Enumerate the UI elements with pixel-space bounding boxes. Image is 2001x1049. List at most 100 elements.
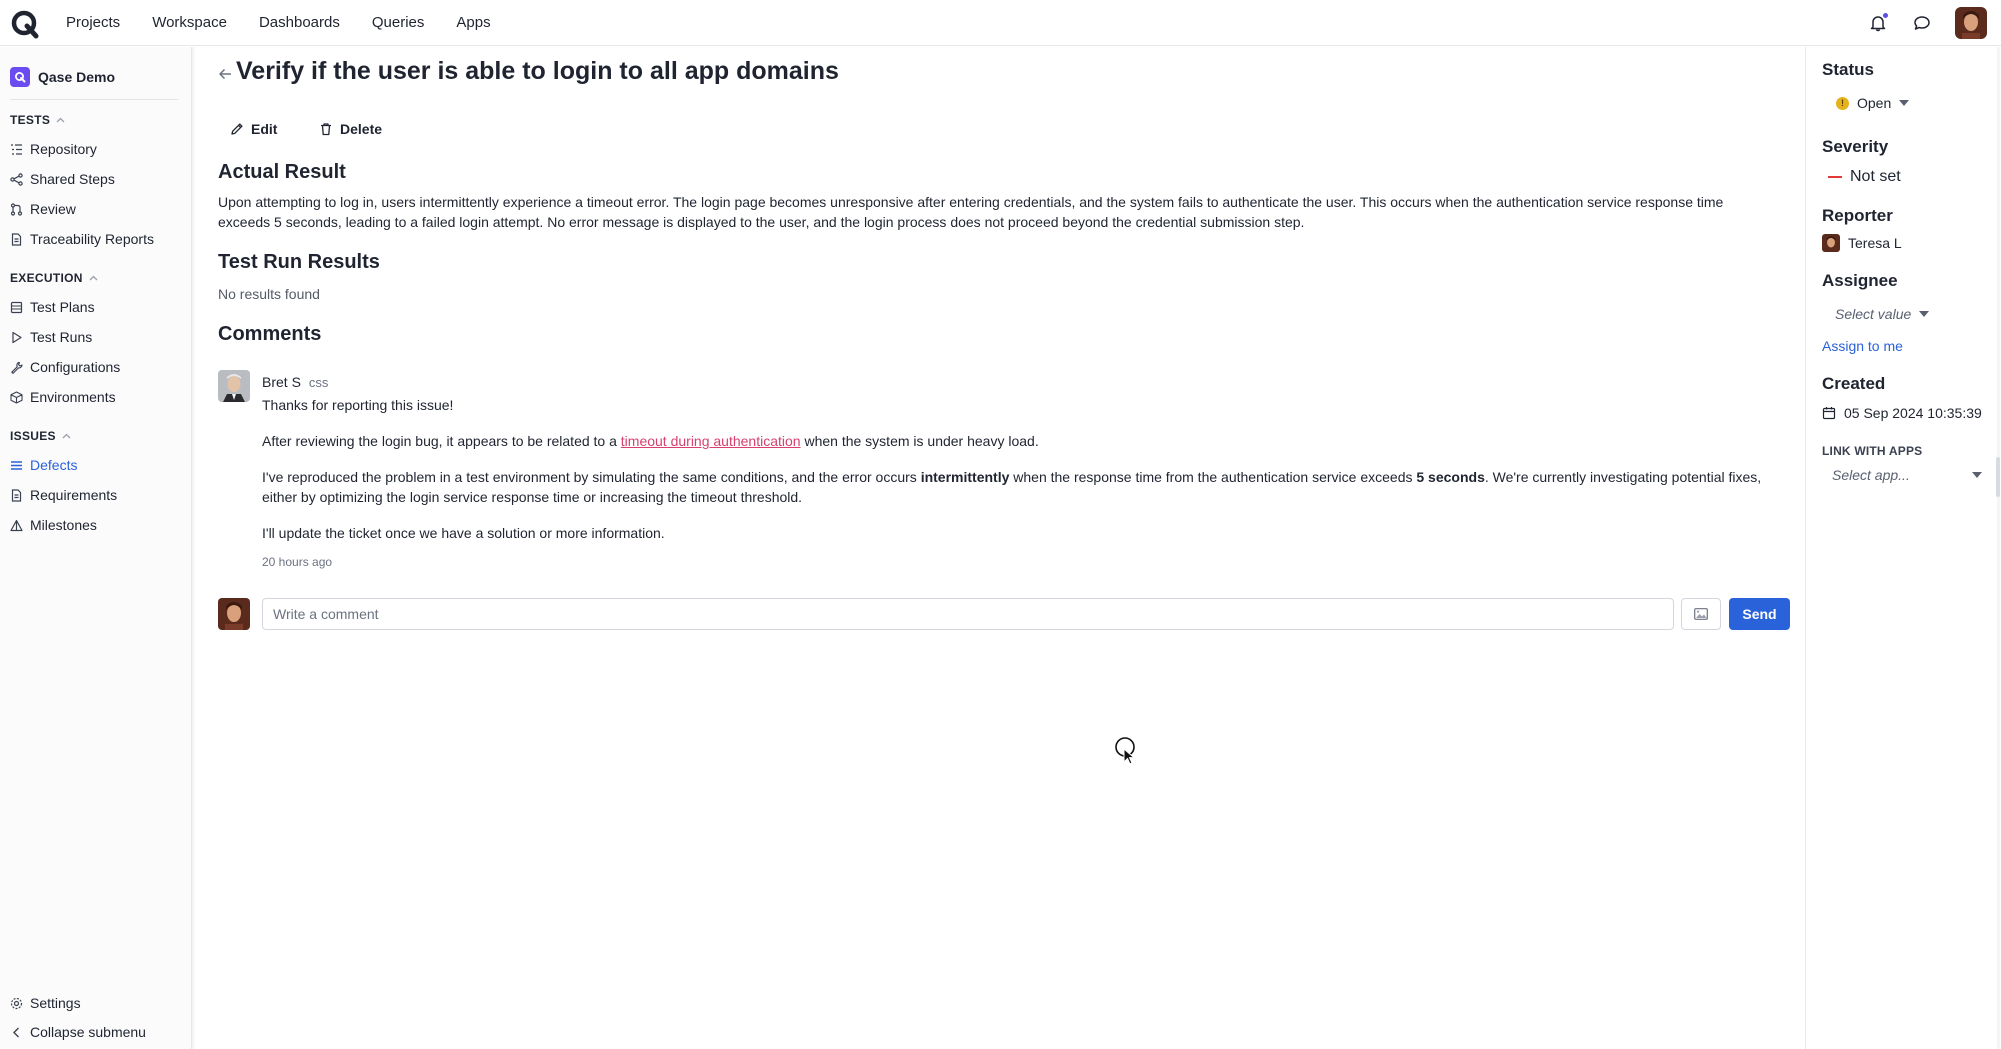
project-logo-icon xyxy=(10,67,30,87)
section-tests-header[interactable]: TESTS xyxy=(10,112,65,128)
assign-to-me-link[interactable]: Assign to me xyxy=(1822,338,1903,354)
severity-indicator-icon xyxy=(1828,176,1842,178)
sidebar-item-label: Environments xyxy=(30,389,116,405)
sidebar-item-label: Shared Steps xyxy=(30,171,115,187)
comment-text: After reviewing the login bug, it appear… xyxy=(262,433,621,449)
nav-workspace[interactable]: Workspace xyxy=(136,0,243,46)
comment-bold-text: intermittently xyxy=(920,469,1010,485)
nav-dashboards[interactable]: Dashboards xyxy=(243,0,356,46)
sidebar-item-traceability-reports[interactable]: Traceability Reports xyxy=(10,226,185,252)
reporter-avatar xyxy=(1822,234,1840,252)
comment-link[interactable]: timeout during authentication xyxy=(621,433,801,449)
qase-logo-icon[interactable] xyxy=(10,9,40,39)
nav-apps[interactable]: Apps xyxy=(440,0,506,46)
section-issues-header[interactable]: ISSUES xyxy=(10,428,71,444)
chevron-left-icon xyxy=(10,1026,23,1039)
sidebar-item-repository[interactable]: Repository xyxy=(10,136,185,162)
trash-icon xyxy=(321,123,331,136)
chevron-up-icon xyxy=(89,275,98,281)
document-icon xyxy=(10,232,23,246)
sidebar-item-label: Defects xyxy=(30,457,78,473)
test-run-results-heading: Test Run Results xyxy=(218,251,380,273)
severity-value-row[interactable]: Not set xyxy=(1828,168,1901,186)
sidebar-item-review[interactable]: Review xyxy=(10,196,185,222)
sidebar-item-shared-steps[interactable]: Shared Steps xyxy=(10,166,185,192)
image-icon xyxy=(1694,608,1708,620)
list-tree-icon xyxy=(10,143,23,156)
nav-projects[interactable]: Projects xyxy=(50,0,136,46)
comment-text: I've reproduced the problem in a test en… xyxy=(262,469,921,485)
bell-icon[interactable] xyxy=(1867,12,1889,34)
sidebar-shadow xyxy=(192,47,196,1049)
sidebar-item-requirements[interactable]: Requirements xyxy=(10,482,185,508)
comment-paragraph-2: I've reproduced the problem in a test en… xyxy=(262,467,1762,507)
comment-paragraph-1: After reviewing the login bug, it appear… xyxy=(262,431,1762,451)
page-title: Verify if the user is able to login to a… xyxy=(236,57,839,85)
status-label: Status xyxy=(1822,60,1874,79)
wrench-icon xyxy=(10,361,23,374)
sidebar-collapse[interactable]: Collapse submenu xyxy=(10,1019,185,1045)
document-icon xyxy=(10,488,23,502)
created-label: Created xyxy=(1822,374,1886,393)
back-arrow-icon[interactable] xyxy=(218,67,232,81)
project-switcher[interactable]: Qase Demo xyxy=(10,65,178,89)
sidebar-item-milestones[interactable]: Milestones xyxy=(10,512,185,538)
chevron-up-icon xyxy=(62,433,71,439)
sidebar-item-label: Milestones xyxy=(30,517,97,533)
comment-input[interactable] xyxy=(262,598,1674,630)
loading-cursor-icon xyxy=(1115,737,1136,765)
sidebar-item-test-plans[interactable]: Test Plans xyxy=(10,294,185,320)
link-apps-select[interactable]: Select app... xyxy=(1822,463,1992,487)
settings-label: Settings xyxy=(30,995,81,1011)
link-with-apps-label: LINK WITH APPS xyxy=(1822,444,1923,458)
sidebar-item-defects[interactable]: Defects xyxy=(10,452,185,478)
comment-author-avatar[interactable] xyxy=(218,370,250,402)
link-apps-placeholder: Select app... xyxy=(1832,467,1910,483)
sidebar-item-environments[interactable]: Environments xyxy=(10,384,185,410)
severity-value: Not set xyxy=(1850,168,1901,185)
section-tests-title: TESTS xyxy=(10,113,51,127)
project-name: Qase Demo xyxy=(38,69,116,85)
comment-timestamp: 20 hours ago xyxy=(262,555,333,569)
edit-button[interactable]: Edit xyxy=(230,117,277,141)
attach-image-button[interactable] xyxy=(1681,598,1721,630)
reporter-row: Teresa L xyxy=(1822,234,1902,252)
sidebar-item-label: Configurations xyxy=(30,359,121,375)
edit-label: Edit xyxy=(251,121,278,137)
defects-icon xyxy=(10,459,23,472)
sidebar-settings[interactable]: Settings xyxy=(10,990,185,1016)
sidebar-item-label: Traceability Reports xyxy=(30,231,154,247)
assignee-dropdown[interactable]: Select value xyxy=(1835,306,1930,322)
current-user-avatar xyxy=(218,598,250,630)
delete-button[interactable]: Delete xyxy=(319,117,382,141)
calendar-icon xyxy=(1822,407,1836,420)
sidebar-item-test-runs[interactable]: Test Runs xyxy=(10,324,185,350)
sidebar-divider xyxy=(10,99,178,100)
scrollbar-thumb[interactable] xyxy=(1996,457,2000,497)
sidebar: Qase Demo TESTS Repository Shared Steps … xyxy=(0,47,192,1049)
reporter-label: Reporter xyxy=(1822,206,1893,225)
chat-icon[interactable] xyxy=(1911,12,1933,34)
pencil-icon xyxy=(231,123,243,135)
comment-text: when the response time from the authenti… xyxy=(1009,469,1417,485)
comment-text: when the system is under heavy load. xyxy=(800,433,1039,449)
sidebar-item-label: Test Runs xyxy=(30,329,93,345)
send-button[interactable]: Send xyxy=(1729,598,1790,630)
actual-result-text: Upon attempting to log in, users intermi… xyxy=(218,194,1724,230)
section-execution-header[interactable]: EXECUTION xyxy=(10,270,98,286)
cube-icon xyxy=(10,390,23,404)
user-avatar[interactable] xyxy=(1955,7,1987,39)
play-icon xyxy=(10,331,23,344)
comment-paragraph-3: I'll update the ticket once we have a so… xyxy=(262,525,665,541)
sidebar-item-configurations[interactable]: Configurations xyxy=(10,354,185,380)
comment-bold-text: 5 seconds xyxy=(1416,469,1485,485)
comment-author-line: Bret S css xyxy=(262,374,328,390)
caret-down-icon xyxy=(1919,311,1930,317)
comment-author-name[interactable]: Bret S xyxy=(262,374,301,390)
assignee-label: Assignee xyxy=(1822,271,1898,290)
status-dropdown[interactable]: ! Open xyxy=(1836,95,1910,111)
sidebar-item-label: Review xyxy=(30,201,76,217)
status-warning-icon: ! xyxy=(1836,96,1849,110)
nav-queries[interactable]: Queries xyxy=(356,0,441,46)
triangle-icon xyxy=(10,519,23,532)
